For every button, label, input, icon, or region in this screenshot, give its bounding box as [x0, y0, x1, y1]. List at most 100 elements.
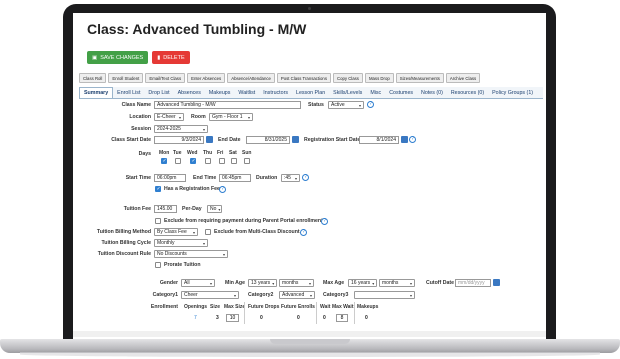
registration-start-input[interactable]: 8/1/2024 [359, 136, 399, 144]
class-name-input[interactable]: Advanced Tumbling - M/W [154, 101, 301, 109]
day-thu-checkbox[interactable] [205, 158, 211, 164]
exclude-parent-portal-checkbox[interactable] [155, 218, 161, 224]
tab-summary[interactable]: Summary [79, 87, 114, 98]
tab-makeups[interactable]: Makeups [205, 87, 235, 98]
prorate-tuition-checkbox[interactable] [155, 262, 161, 268]
divider [354, 302, 355, 324]
duration-select[interactable]: :45 ▾ [281, 174, 300, 182]
end-time-input[interactable]: 06:45pm [219, 174, 251, 182]
cutoff-date-label: Cutoff Date [426, 280, 454, 286]
enrollment-max-size-input[interactable]: 10 [226, 314, 239, 322]
delete-button[interactable]: ▮ DELETE [152, 51, 190, 64]
help-icon[interactable]: ? [321, 218, 328, 225]
day-fri-checkbox[interactable] [219, 158, 225, 164]
tab-misc[interactable]: Misc [366, 87, 385, 98]
tab-drop-list[interactable]: Drop List [144, 87, 173, 98]
chevron-down-icon: ▾ [372, 280, 375, 286]
enrollment-header-future-enrolls: Future Enrolls [281, 304, 315, 310]
calendar-icon[interactable] [292, 136, 299, 143]
laptop-notch [270, 339, 350, 344]
calendar-icon[interactable] [401, 136, 408, 143]
end-date-input[interactable]: 8/31/2025 [246, 136, 290, 144]
chevron-down-icon: ▾ [192, 229, 195, 235]
billing-cycle-select[interactable]: Monthly ▾ [154, 239, 208, 247]
duration-value: :45 [284, 175, 291, 181]
location-value: E-Cheer [157, 114, 176, 120]
tab-enroll-list[interactable]: Enroll List [113, 87, 144, 98]
start-date-input[interactable]: 9/3/2024 [154, 136, 204, 144]
enrollment-max-wait-input[interactable]: 8 [336, 314, 348, 322]
room-select[interactable]: Gym - Floor 1 ▾ [209, 113, 253, 121]
help-icon[interactable]: ? [302, 174, 309, 181]
tab-skills-levels[interactable]: Skills/Levels [329, 87, 366, 98]
tab-lesson-plan[interactable]: Lesson Plan [292, 87, 329, 98]
enrollment-openings-value[interactable]: 7 [194, 315, 197, 321]
max-age-years-select[interactable]: 16 years ▾ [348, 279, 377, 287]
tab-policy-groups[interactable]: Policy Groups (1) [488, 87, 537, 98]
min-age-years-select[interactable]: 13 years ▾ [248, 279, 277, 287]
prorate-tuition-label: Prorate Tuition [164, 262, 201, 268]
billing-method-select[interactable]: By Class Fee ▾ [154, 228, 198, 236]
tab-waitlist[interactable]: Waitlist [234, 87, 259, 98]
day-sun-checkbox[interactable] [244, 158, 250, 164]
category1-select[interactable]: Cheer ▾ [181, 291, 239, 299]
tab-sizes-measurements[interactable]: Sizes/Measurements [395, 73, 444, 83]
status-select[interactable]: Active ▾ [328, 101, 364, 109]
calendar-icon[interactable] [493, 279, 500, 286]
save-changes-label: SAVE CHANGES [100, 54, 144, 61]
category3-select[interactable]: ▾ [354, 291, 415, 299]
help-icon[interactable]: ? [300, 229, 307, 236]
tab-absences[interactable]: Absences [174, 87, 205, 98]
day-mon-checkbox[interactable] [161, 158, 167, 164]
tab-mass-drop[interactable]: Mass Drop [364, 73, 394, 83]
tab-enter-absences[interactable]: Enter Absences [187, 73, 226, 83]
room-value: Gym - Floor 1 [212, 114, 243, 120]
tab-copy-class[interactable]: Copy Class [332, 73, 363, 83]
save-changes-button[interactable]: ▣ SAVE CHANGES [87, 51, 149, 64]
help-icon[interactable]: ? [409, 136, 416, 143]
min-age-months-select[interactable]: months ▾ [279, 279, 314, 287]
horizontal-scrollbar[interactable] [73, 331, 546, 337]
tab-absence-attendance[interactable]: Absence/Attendance [227, 73, 275, 83]
chevron-down-icon: ▾ [308, 280, 311, 286]
help-icon[interactable]: ? [367, 101, 374, 108]
tab-archive-class[interactable]: Archive Class [445, 73, 481, 83]
day-wed-label: Wed [187, 150, 198, 156]
chevron-down-icon: ▾ [409, 292, 412, 298]
tab-email-text-class[interactable]: Email/Text Class [145, 73, 186, 83]
tab-class-roll[interactable]: Class Roll [79, 73, 107, 83]
start-time-label: Start Time [125, 175, 151, 181]
gender-select[interactable]: All ▾ [181, 279, 215, 287]
tab-costumes[interactable]: Costumes [385, 87, 417, 98]
help-icon[interactable]: ? [219, 186, 226, 193]
tab-post-class-transactions[interactable]: Post Class Transactions [276, 73, 331, 83]
day-tue-checkbox[interactable] [175, 158, 181, 164]
chevron-down-icon: ▾ [309, 292, 312, 298]
registration-fee-checkbox[interactable] [155, 186, 161, 192]
start-time-input[interactable]: 06:00pm [154, 174, 186, 182]
tab-notes[interactable]: Notes (0) [417, 87, 447, 98]
discount-rule-select[interactable]: No Discounts ▾ [154, 250, 228, 258]
tab-instructors[interactable]: Instructors [259, 87, 292, 98]
exclude-multi-class-checkbox[interactable] [205, 229, 211, 235]
day-wed-checkbox[interactable] [190, 158, 196, 164]
chevron-down-icon: ▾ [222, 251, 225, 257]
location-select[interactable]: E-Cheer ▾ [154, 113, 184, 121]
cutoff-date-input[interactable]: mm/dd/yyyy [455, 279, 491, 287]
chevron-down-icon: ▾ [209, 280, 212, 286]
max-age-months-value: months [382, 280, 399, 286]
per-day-select[interactable]: No ▾ [207, 205, 222, 213]
class-name-label: Class Name [121, 102, 151, 108]
max-age-months-select[interactable]: months ▾ [379, 279, 415, 287]
tab-enroll-student[interactable]: Enroll Student [108, 73, 144, 83]
calendar-icon[interactable] [206, 136, 213, 143]
app-screen: Class: Advanced Tumbling - M/W ▣ SAVE CH… [73, 13, 546, 343]
end-time-label: End Time [193, 175, 217, 181]
tuition-fee-input[interactable]: 145.00 [154, 205, 177, 213]
tab-resources[interactable]: Resources (0) [447, 87, 488, 98]
day-sat-checkbox[interactable] [231, 158, 237, 164]
exclude-multi-class-label: Exclude from Multi-Class Discount [214, 229, 300, 235]
category2-select[interactable]: Advanced ▾ [279, 291, 315, 299]
session-select[interactable]: 2024-2025 ▾ [154, 125, 208, 133]
enrollment-header-future-drops: Future Drops [248, 304, 280, 310]
